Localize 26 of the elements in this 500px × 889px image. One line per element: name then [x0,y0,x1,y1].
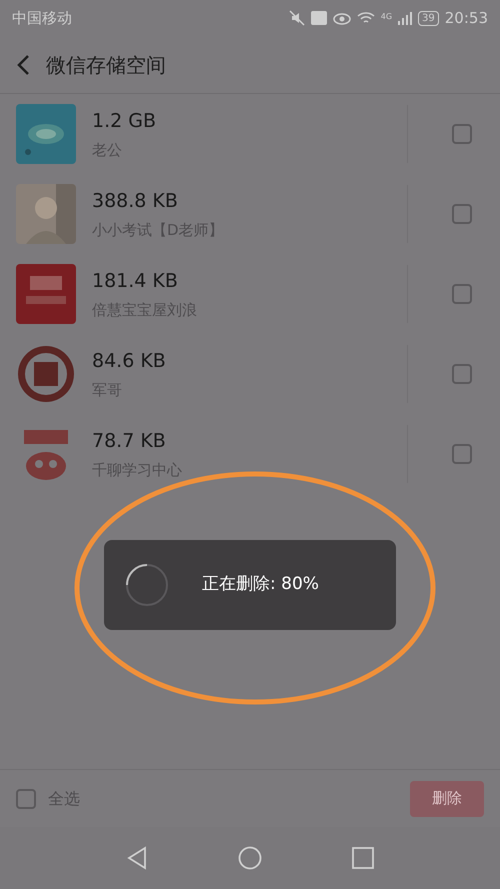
clock: 20:53 [444,8,488,29]
home-nav-icon[interactable] [238,846,262,870]
checkbox[interactable] [452,284,472,304]
checkbox[interactable] [16,788,36,808]
storage-size: 84.6 KB [92,348,167,374]
storage-size: 388.8 KB [92,188,179,214]
checkbox[interactable] [452,124,472,144]
spinner-icon [124,562,170,608]
eye-icon [332,11,351,25]
storage-size: 78.7 KB [92,428,167,454]
storage-size: 1.2 GB [92,108,158,134]
carrier-name: 中国移动 [12,8,72,29]
signal-icon [398,11,412,25]
checkbox[interactable] [452,444,472,464]
page-title: 微信存储空间 [46,52,166,78]
progress-message: 正在删除: 80% [202,573,319,596]
recents-nav-icon[interactable] [352,847,374,869]
back-nav-icon[interactable] [126,846,148,870]
mute-icon [288,10,305,26]
checkbox[interactable] [452,204,472,224]
network-type: 4G [380,10,392,23]
checkbox[interactable] [452,364,472,384]
storage-size: 181.4 KB [92,268,179,294]
back-icon[interactable] [16,54,30,76]
battery-level: 39 [418,10,439,26]
wifi-icon [356,11,375,25]
